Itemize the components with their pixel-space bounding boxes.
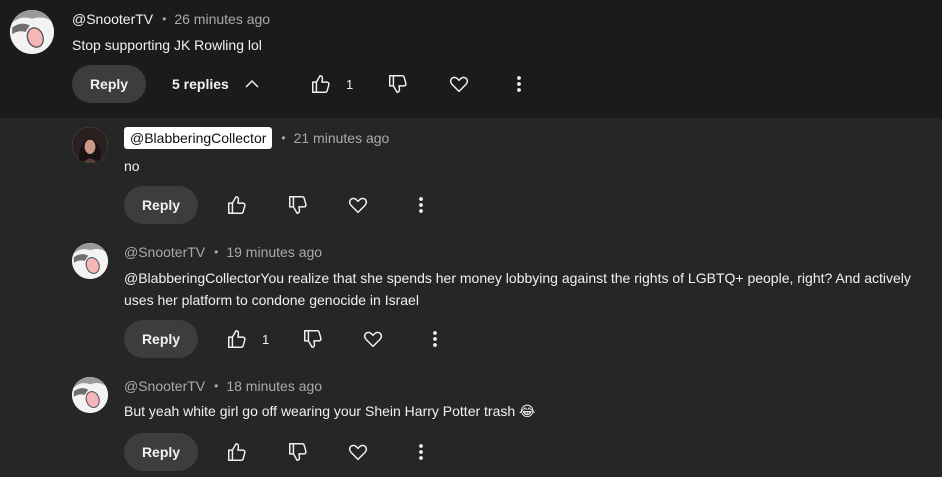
author-name[interactable]: @SnooterTV [124, 244, 205, 260]
separator-dot: • [162, 12, 167, 26]
heart-button[interactable] [448, 65, 470, 103]
heart-button[interactable] [347, 186, 369, 224]
thumbs-up-icon [228, 443, 246, 461]
more-actions-button[interactable] [512, 65, 526, 103]
thumbs-down-icon [289, 443, 307, 461]
thumbs-up-icon [228, 196, 246, 214]
comment-header: @SnooterTV • 26 minutes ago [72, 9, 270, 29]
reply-button[interactable]: Reply [124, 186, 198, 224]
comment-actions: Reply 5 replies 1 [72, 65, 542, 103]
timestamp[interactable]: 26 minutes ago [174, 11, 270, 27]
thumbs-down-icon [289, 196, 307, 214]
thumbs-down-icon [389, 75, 407, 93]
avatar[interactable] [72, 377, 108, 413]
heart-icon [363, 331, 383, 348]
seal-avatar-icon [10, 10, 54, 54]
separator-dot: • [281, 131, 286, 145]
like-button[interactable] [226, 186, 248, 224]
timestamp[interactable]: 18 minutes ago [226, 378, 322, 394]
dislike-button[interactable] [302, 320, 324, 358]
dislike-button[interactable] [287, 433, 309, 471]
reply-button[interactable]: Reply [72, 65, 146, 103]
avatar[interactable] [10, 10, 54, 54]
replies-count-label: 5 replies [172, 76, 229, 92]
thumbs-down-icon [304, 330, 322, 348]
more-vert-icon [433, 331, 437, 347]
seal-avatar-icon [72, 243, 108, 279]
like-count: 1 [346, 76, 354, 92]
thumbs-up-icon [312, 75, 330, 93]
comment-actions: Reply 1 [124, 320, 444, 358]
dislike-button[interactable] [387, 65, 409, 103]
like-count: 1 [262, 331, 270, 347]
heart-icon [449, 76, 469, 93]
chevron-up-icon [245, 79, 259, 88]
replies-toggle-button[interactable]: 5 replies [172, 65, 261, 103]
timestamp[interactable]: 21 minutes ago [294, 130, 390, 146]
comment-text: no [124, 158, 140, 174]
author-name[interactable]: @BlabberingCollector [124, 127, 273, 149]
comment-actions: Reply [124, 186, 434, 224]
more-actions-button[interactable] [414, 433, 428, 471]
reply-button[interactable]: Reply [124, 320, 198, 358]
comment-actions: Reply [124, 433, 434, 471]
separator-dot: • [214, 379, 219, 393]
separator-dot: • [214, 245, 219, 259]
heart-button[interactable] [362, 320, 384, 358]
thumbs-up-icon [228, 330, 246, 348]
seal-avatar-icon [72, 377, 108, 413]
comment-text: @BlabberingCollectorYou realize that she… [124, 270, 911, 308]
comment-header: @BlabberingCollector • 21 minutes ago [124, 126, 389, 150]
comment-text: Stop supporting JK Rowling lol [72, 37, 262, 53]
more-vert-icon [419, 444, 423, 460]
like-button[interactable]: 1 [310, 65, 353, 103]
author-name[interactable]: @SnooterTV [124, 378, 205, 394]
author-name[interactable]: @SnooterTV [72, 11, 153, 27]
reply-button[interactable]: Reply [124, 433, 198, 471]
like-button[interactable]: 1 [226, 320, 269, 358]
more-vert-icon [419, 197, 423, 213]
comment-header: @SnooterTV • 18 minutes ago [124, 376, 322, 396]
like-button[interactable] [226, 433, 248, 471]
avatar[interactable] [72, 127, 108, 163]
heart-button[interactable] [347, 433, 369, 471]
more-vert-icon [517, 76, 521, 92]
heart-icon [348, 197, 368, 214]
comment-text: But yeah white girl go off wearing your … [124, 403, 536, 419]
comment-header: @SnooterTV • 19 minutes ago [124, 242, 322, 262]
more-actions-button[interactable] [428, 320, 442, 358]
heart-icon [348, 444, 368, 461]
more-actions-button[interactable] [414, 186, 428, 224]
profile-photo-icon [72, 127, 108, 163]
timestamp[interactable]: 19 minutes ago [226, 244, 322, 260]
dislike-button[interactable] [287, 186, 309, 224]
avatar[interactable] [72, 243, 108, 279]
